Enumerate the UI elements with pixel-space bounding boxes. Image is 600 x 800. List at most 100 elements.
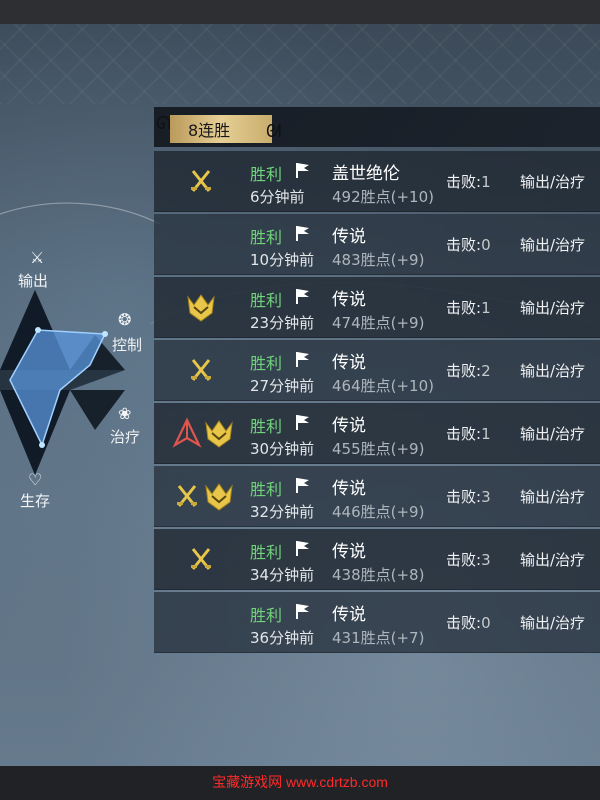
match-row[interactable]: 胜利 传说 27分钟前 464胜点(+10) 击败:2 输出/治疗 (154, 340, 600, 401)
match-result: 胜利 (250, 417, 283, 436)
match-time: 30分钟前 (250, 440, 315, 458)
role-label-survive: 生存 (20, 492, 51, 510)
role-label-output: 输出 (18, 272, 49, 290)
crest-icon (186, 291, 216, 323)
swords-icon (172, 480, 202, 512)
match-points: 431胜点(+7) (332, 627, 424, 648)
crest-icon (204, 417, 234, 449)
control-role-icon: ❂ (118, 310, 132, 329)
flag-icon (296, 415, 309, 430)
match-rank: 传说 (332, 353, 366, 373)
watermark: 宝藏游戏网 www.cdrtzb.com (212, 774, 388, 790)
match-badges (172, 151, 252, 211)
kills-label: 击败: (446, 488, 482, 506)
match-role: 输出/治疗 (520, 614, 586, 632)
match-row[interactable]: 胜利 传说 32分钟前 446胜点(+9) 击败:3 输出/治疗 (154, 466, 600, 527)
kills-label: 击败: (446, 299, 482, 317)
match-row[interactable]: 胜利 传说 34分钟前 438胜点(+8) 击败:3 输出/治疗 (154, 529, 600, 590)
match-row[interactable]: 胜利 传说 30分钟前 455胜点(+9) 击败:1 输出/治疗 (154, 403, 600, 464)
kills-value: 0 (481, 236, 491, 254)
match-badges (172, 214, 252, 274)
match-kills: 击败:3 (446, 549, 491, 570)
swords-icon (186, 354, 216, 386)
points-value: 474胜点 (332, 314, 391, 332)
match-result: 胜利 (250, 228, 283, 247)
match-rank: 传说 (332, 542, 366, 562)
points-delta: (+9) (390, 314, 425, 332)
swords-icon (186, 165, 216, 197)
kills-value: 1 (481, 299, 491, 317)
match-result: 胜利 (250, 480, 283, 499)
role-label-control: 控制 (112, 336, 143, 354)
match-kills: 击败:1 (446, 423, 491, 444)
match-role: 输出/治疗 (520, 425, 586, 443)
match-result: 胜利 (250, 543, 283, 562)
role-radar: ⚔ 输出 ❂ 控制 ❀ 治疗 ♡ 生存 (0, 230, 160, 520)
kills-value: 1 (481, 425, 491, 443)
match-result: 胜利 (250, 606, 283, 625)
match-kills: 击败:2 (446, 360, 491, 381)
kills-label: 击败: (446, 236, 482, 254)
match-row[interactable]: 胜利 传说 36分钟前 431胜点(+7) 击败:0 输出/治疗 (154, 592, 600, 653)
kills-label: 击败: (446, 362, 482, 380)
kills-value: 0 (481, 614, 491, 632)
match-role: 输出/治疗 (520, 173, 586, 191)
match-badges (172, 466, 252, 526)
points-delta: (+10) (390, 377, 434, 395)
match-points: 483胜点(+9) (332, 249, 424, 270)
match-role: 输出/治疗 (520, 551, 586, 569)
flag-icon (296, 163, 309, 178)
swirl-right-icon: ᘛ (266, 121, 282, 142)
match-kills: 击败:1 (446, 171, 491, 192)
flag-icon (296, 352, 309, 367)
match-role: 输出/治疗 (520, 299, 586, 317)
match-points: 455胜点(+9) (332, 438, 424, 459)
points-value: 431胜点 (332, 629, 391, 647)
points-value: 492胜点 (332, 188, 391, 206)
match-result: 胜利 (250, 291, 283, 310)
match-badges (172, 403, 252, 463)
match-points: 464胜点(+10) (332, 375, 434, 396)
match-rank: 传说 (332, 227, 366, 247)
points-value: 455胜点 (332, 440, 391, 458)
red-arrow-icon (172, 417, 202, 449)
kills-value: 3 (481, 488, 491, 506)
role-label-heal: 治疗 (110, 428, 141, 446)
flag-icon (296, 289, 309, 304)
match-kills: 击败:3 (446, 486, 491, 507)
swirl-left-icon: ᘏ (156, 113, 171, 134)
points-value: 464胜点 (332, 377, 391, 395)
points-value: 438胜点 (332, 566, 391, 584)
heal-role-icon: ❀ (118, 404, 132, 423)
flag-icon (296, 541, 309, 556)
match-badges (172, 340, 252, 400)
flag-icon (296, 478, 309, 493)
points-delta: (+9) (390, 440, 425, 458)
match-role: 输出/治疗 (520, 488, 586, 506)
match-points: 438胜点(+8) (332, 564, 424, 585)
match-role: 输出/治疗 (520, 236, 586, 254)
kills-value: 1 (481, 173, 491, 191)
kills-value: 3 (481, 551, 491, 569)
match-kills: 击败:0 (446, 612, 491, 633)
points-delta: (+9) (390, 503, 425, 521)
crest-icon (204, 480, 234, 512)
survive-role-icon: ♡ (28, 470, 43, 489)
points-delta: (+10) (390, 188, 434, 206)
match-row[interactable]: 胜利 盖世绝伦 6分钟前 492胜点(+10) 击败:1 输出/治疗 (154, 151, 600, 212)
match-points: 474胜点(+9) (332, 312, 424, 333)
match-row[interactable]: 胜利 传说 10分钟前 483胜点(+9) 击败:0 输出/治疗 (154, 214, 600, 275)
match-row[interactable]: 胜利 传说 23分钟前 474胜点(+9) 击败:1 输出/治疗 (154, 277, 600, 338)
flag-icon (296, 604, 309, 619)
kills-label: 击败: (446, 614, 482, 632)
win-streak-text: 8连胜 (188, 121, 231, 140)
match-rank: 传说 (332, 416, 366, 436)
match-rank: 盖世绝伦 (332, 164, 400, 184)
match-points: 446胜点(+9) (332, 501, 424, 522)
match-rank: 传说 (332, 479, 366, 499)
panel-header: ᘏ 8连胜 ᘛ (154, 107, 600, 147)
match-time: 23分钟前 (250, 314, 315, 332)
swords-icon (186, 543, 216, 575)
match-points: 492胜点(+10) (332, 186, 434, 207)
match-history-panel: ᘏ 8连胜 ᘛ 胜利 盖世绝伦 6分钟前 492胜点(+10) 击败:1 输出/… (154, 107, 600, 653)
